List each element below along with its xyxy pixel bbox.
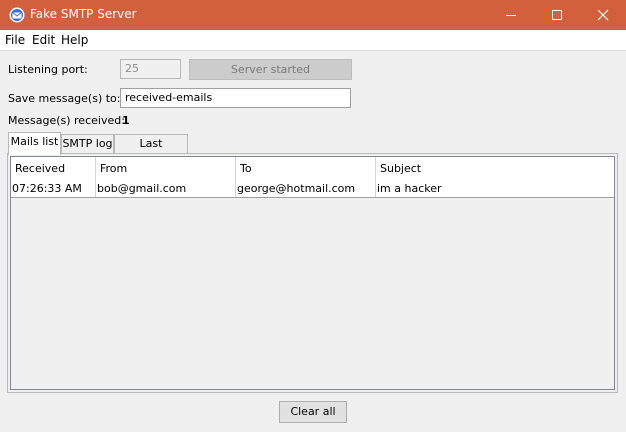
maximize-button[interactable] [534, 0, 580, 30]
clear-all-button[interactable]: Clear all [279, 401, 347, 423]
column-header-from[interactable]: From [96, 157, 236, 181]
mails-table: Received From To Subject 07:26:33 AM bob… [10, 156, 615, 390]
tab-mails-list[interactable]: Mails list [8, 132, 61, 155]
menu-edit[interactable]: Edit [32, 33, 55, 47]
close-icon [597, 9, 609, 21]
port-label: Listening port: [8, 63, 88, 76]
menu-help[interactable]: Help [61, 33, 88, 47]
menu-bar: File Edit Help [0, 30, 626, 51]
server-started-button[interactable]: Server started [189, 59, 352, 80]
menu-file[interactable]: File [5, 33, 25, 47]
tab-smtp-log[interactable]: SMTP log [61, 134, 114, 153]
cell-from: bob@gmail.com [96, 181, 236, 197]
envelope-icon [9, 7, 25, 23]
minimize-icon [506, 15, 516, 16]
received-count: 1 [122, 114, 130, 127]
port-field[interactable]: 25 [120, 59, 181, 79]
window-title: Fake SMTP Server [30, 7, 137, 21]
close-button[interactable] [580, 0, 626, 30]
save-label: Save message(s) to: [8, 92, 121, 105]
table-row[interactable]: 07:26:33 AM bob@gmail.com george@hotmail… [11, 181, 614, 198]
cell-received: 07:26:33 AM [11, 181, 96, 197]
tab-last-message[interactable]: Last message [114, 134, 188, 167]
minimize-button[interactable] [488, 0, 534, 30]
table-header: Received From To Subject [11, 157, 614, 182]
cell-subject: im a hacker [377, 182, 442, 195]
column-header-to[interactable]: To [236, 157, 376, 181]
received-label: Message(s) received: [8, 114, 125, 127]
save-path-field[interactable]: received-emails [120, 88, 351, 108]
cell-to: george@hotmail.com [236, 181, 376, 197]
title-bar: Fake SMTP Server [0, 0, 626, 30]
column-header-received[interactable]: Received [11, 157, 96, 181]
column-header-subject[interactable]: Subject [376, 157, 614, 181]
maximize-icon [552, 10, 562, 20]
